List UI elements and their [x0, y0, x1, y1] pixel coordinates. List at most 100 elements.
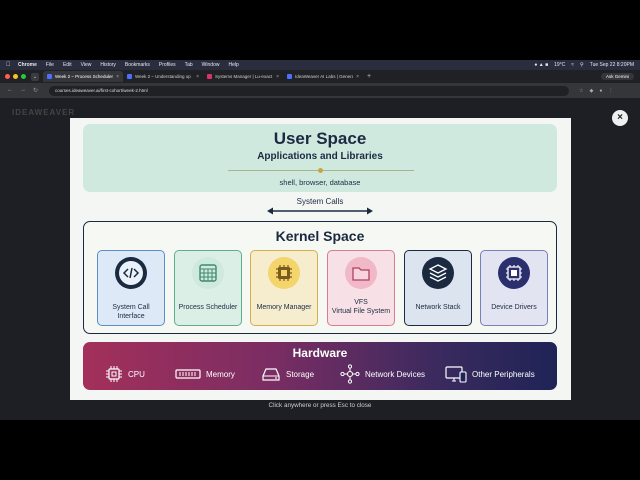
- tab-close-icon[interactable]: ×: [356, 74, 359, 80]
- component-memory-manager: Memory Manager: [250, 250, 318, 326]
- window-controls: [0, 74, 31, 79]
- menu-history[interactable]: History: [100, 62, 116, 68]
- component-system-call-interface: System Call Interface: [97, 250, 165, 326]
- hardware-title: Hardware: [292, 346, 348, 360]
- wifi-icon[interactable]: ≈: [571, 62, 574, 68]
- component-label: Network Stack: [415, 304, 461, 311]
- component-network-stack: Network Stack: [404, 250, 472, 326]
- network-icon: [340, 364, 360, 384]
- folder-icon: [345, 257, 377, 289]
- back-icon[interactable]: ←: [7, 87, 13, 94]
- weather-readout[interactable]: 19°C: [554, 62, 565, 68]
- bidirectional-arrow-icon: [267, 207, 373, 215]
- hardware-item-cpu: CPU: [105, 364, 145, 384]
- divider-dot: [318, 168, 323, 173]
- tab-search-icon[interactable]: ⌄: [31, 72, 39, 81]
- status-icons[interactable]: ● ▲ ■: [534, 62, 548, 68]
- menu-edit[interactable]: Edit: [63, 62, 72, 68]
- chip-icon: [268, 257, 300, 289]
- component-label: Process Scheduler: [178, 304, 238, 311]
- kernel-space-title: Kernel Space: [275, 228, 365, 244]
- hardware-item-storage: Storage: [261, 364, 314, 384]
- menu-help[interactable]: Help: [228, 62, 238, 68]
- user-space-box: User Space Applications and Libraries sh…: [83, 124, 557, 192]
- component-label-line2: Virtual File System: [331, 308, 391, 315]
- hardware-item-network-devices: Network Devices: [340, 364, 425, 384]
- menu-bookmarks[interactable]: Bookmarks: [125, 62, 150, 68]
- cpu-icon: [498, 257, 530, 289]
- hardware-label: Memory: [206, 369, 235, 379]
- tab-favicon-icon: [127, 74, 132, 79]
- tab-systems-manager[interactable]: Systems Manager | Lu-exact ×: [203, 71, 283, 82]
- component-label: Memory Manager: [256, 304, 312, 311]
- system-calls-label: System Calls: [296, 197, 344, 206]
- ask-gemini-button[interactable]: Ask Gemini: [600, 73, 634, 80]
- hardware-item-other-peripherals: Other Peripherals: [445, 364, 535, 384]
- cpu-chip-icon: [106, 366, 122, 382]
- menu-profiles[interactable]: Profiles: [159, 62, 176, 68]
- grid-calendar-icon: [192, 257, 224, 289]
- zoom-window-button[interactable]: [21, 74, 26, 79]
- tab-ideaweaver-labs[interactable]: IdeaWeaver AI Labs | Generat ×: [283, 71, 363, 82]
- user-space-subtitle: Applications and Libraries: [257, 151, 383, 162]
- user-space-title: User Space: [273, 129, 367, 148]
- extension-icon[interactable]: ◆: [590, 88, 594, 94]
- tab-title: IdeaWeaver AI Labs | Generat: [295, 74, 354, 79]
- hardware-label: CPU: [128, 369, 145, 379]
- menu-view[interactable]: View: [81, 62, 92, 68]
- menu-tab[interactable]: Tab: [185, 62, 193, 68]
- menu-app[interactable]: Chrome: [18, 62, 37, 68]
- tab-strip: ⌄ Week 2 – Process Scheduler × Week 2 – …: [0, 70, 640, 83]
- forward-icon[interactable]: →: [20, 87, 26, 94]
- tab-favicon-icon: [287, 74, 292, 79]
- tab-title: Week 2 – Process Scheduler: [55, 74, 113, 79]
- hardware-box: Hardware CPU Memory Storage Network Devi…: [83, 342, 557, 390]
- hardware-label: Other Peripherals: [472, 369, 535, 379]
- search-icon[interactable]: ⚲: [580, 62, 584, 68]
- macos-menubar:  Chrome File Edit View History Bookmark…: [0, 60, 640, 70]
- bookmark-star-icon[interactable]: ☆: [579, 88, 583, 94]
- tab-favicon-icon: [47, 74, 52, 79]
- tab-close-icon[interactable]: ×: [276, 74, 279, 80]
- close-window-button[interactable]: [5, 74, 10, 79]
- ram-icon: [175, 369, 201, 379]
- site-logo: IDEAWEAVER: [12, 108, 76, 117]
- tab-close-icon[interactable]: ×: [196, 74, 199, 80]
- component-label: Device Drivers: [491, 304, 537, 311]
- kernel-space-box: Kernel Space System Call Interface Proce…: [83, 221, 557, 334]
- tab-close-icon[interactable]: ×: [116, 74, 119, 80]
- disk-icon: [262, 368, 280, 381]
- reload-icon[interactable]: ↻: [33, 87, 38, 94]
- hardware-label: Network Devices: [365, 369, 426, 379]
- close-hint: Click anywhere or press Esc to close: [268, 402, 372, 409]
- component-label: System Call Interface: [112, 304, 150, 320]
- code-icon: [115, 257, 147, 289]
- minimize-window-button[interactable]: [13, 74, 18, 79]
- hardware-label: Storage: [286, 369, 315, 379]
- tab-title: Systems Manager | Lu-exact: [215, 74, 273, 79]
- url-text: courses.ideaweaver.ai/first-cohort/week-…: [55, 88, 148, 93]
- component-label-line1: VFS: [354, 299, 368, 306]
- component-process-scheduler: Process Scheduler: [174, 250, 242, 326]
- component-device-drivers: Device Drivers: [480, 250, 548, 326]
- menubar-clock[interactable]: Tue Sep 22 8:20PM: [590, 62, 634, 68]
- menu-window[interactable]: Window: [202, 62, 220, 68]
- address-toolbar: ← → ↻ courses.ideaweaver.ai/first-cohort…: [0, 83, 640, 98]
- tab-week2-process-scheduler[interactable]: Week 2 – Process Scheduler ×: [43, 71, 123, 82]
- layers-icon: [422, 257, 454, 289]
- tab-favicon-icon: [207, 74, 212, 79]
- close-modal-button[interactable]: ×: [612, 110, 628, 126]
- apple-icon[interactable]: : [6, 62, 12, 68]
- address-bar[interactable]: courses.ideaweaver.ai/first-cohort/week-…: [49, 85, 570, 96]
- monitor-icon: [445, 366, 467, 383]
- menu-file[interactable]: File: [46, 62, 54, 68]
- component-vfs: VFS Virtual File System: [327, 250, 395, 326]
- tab-title: Week 2 – Understanding op: [135, 74, 191, 79]
- hardware-item-memory: Memory: [175, 364, 235, 384]
- new-tab-button[interactable]: +: [367, 73, 371, 80]
- menu-dots-icon[interactable]: ⋮: [608, 88, 613, 94]
- user-space-examples: shell, browser, database: [279, 178, 361, 187]
- tab-week2-understanding[interactable]: Week 2 – Understanding op ×: [123, 71, 203, 82]
- component-label: VFS Virtual File System: [328, 298, 394, 316]
- profile-icon[interactable]: ●: [599, 88, 602, 94]
